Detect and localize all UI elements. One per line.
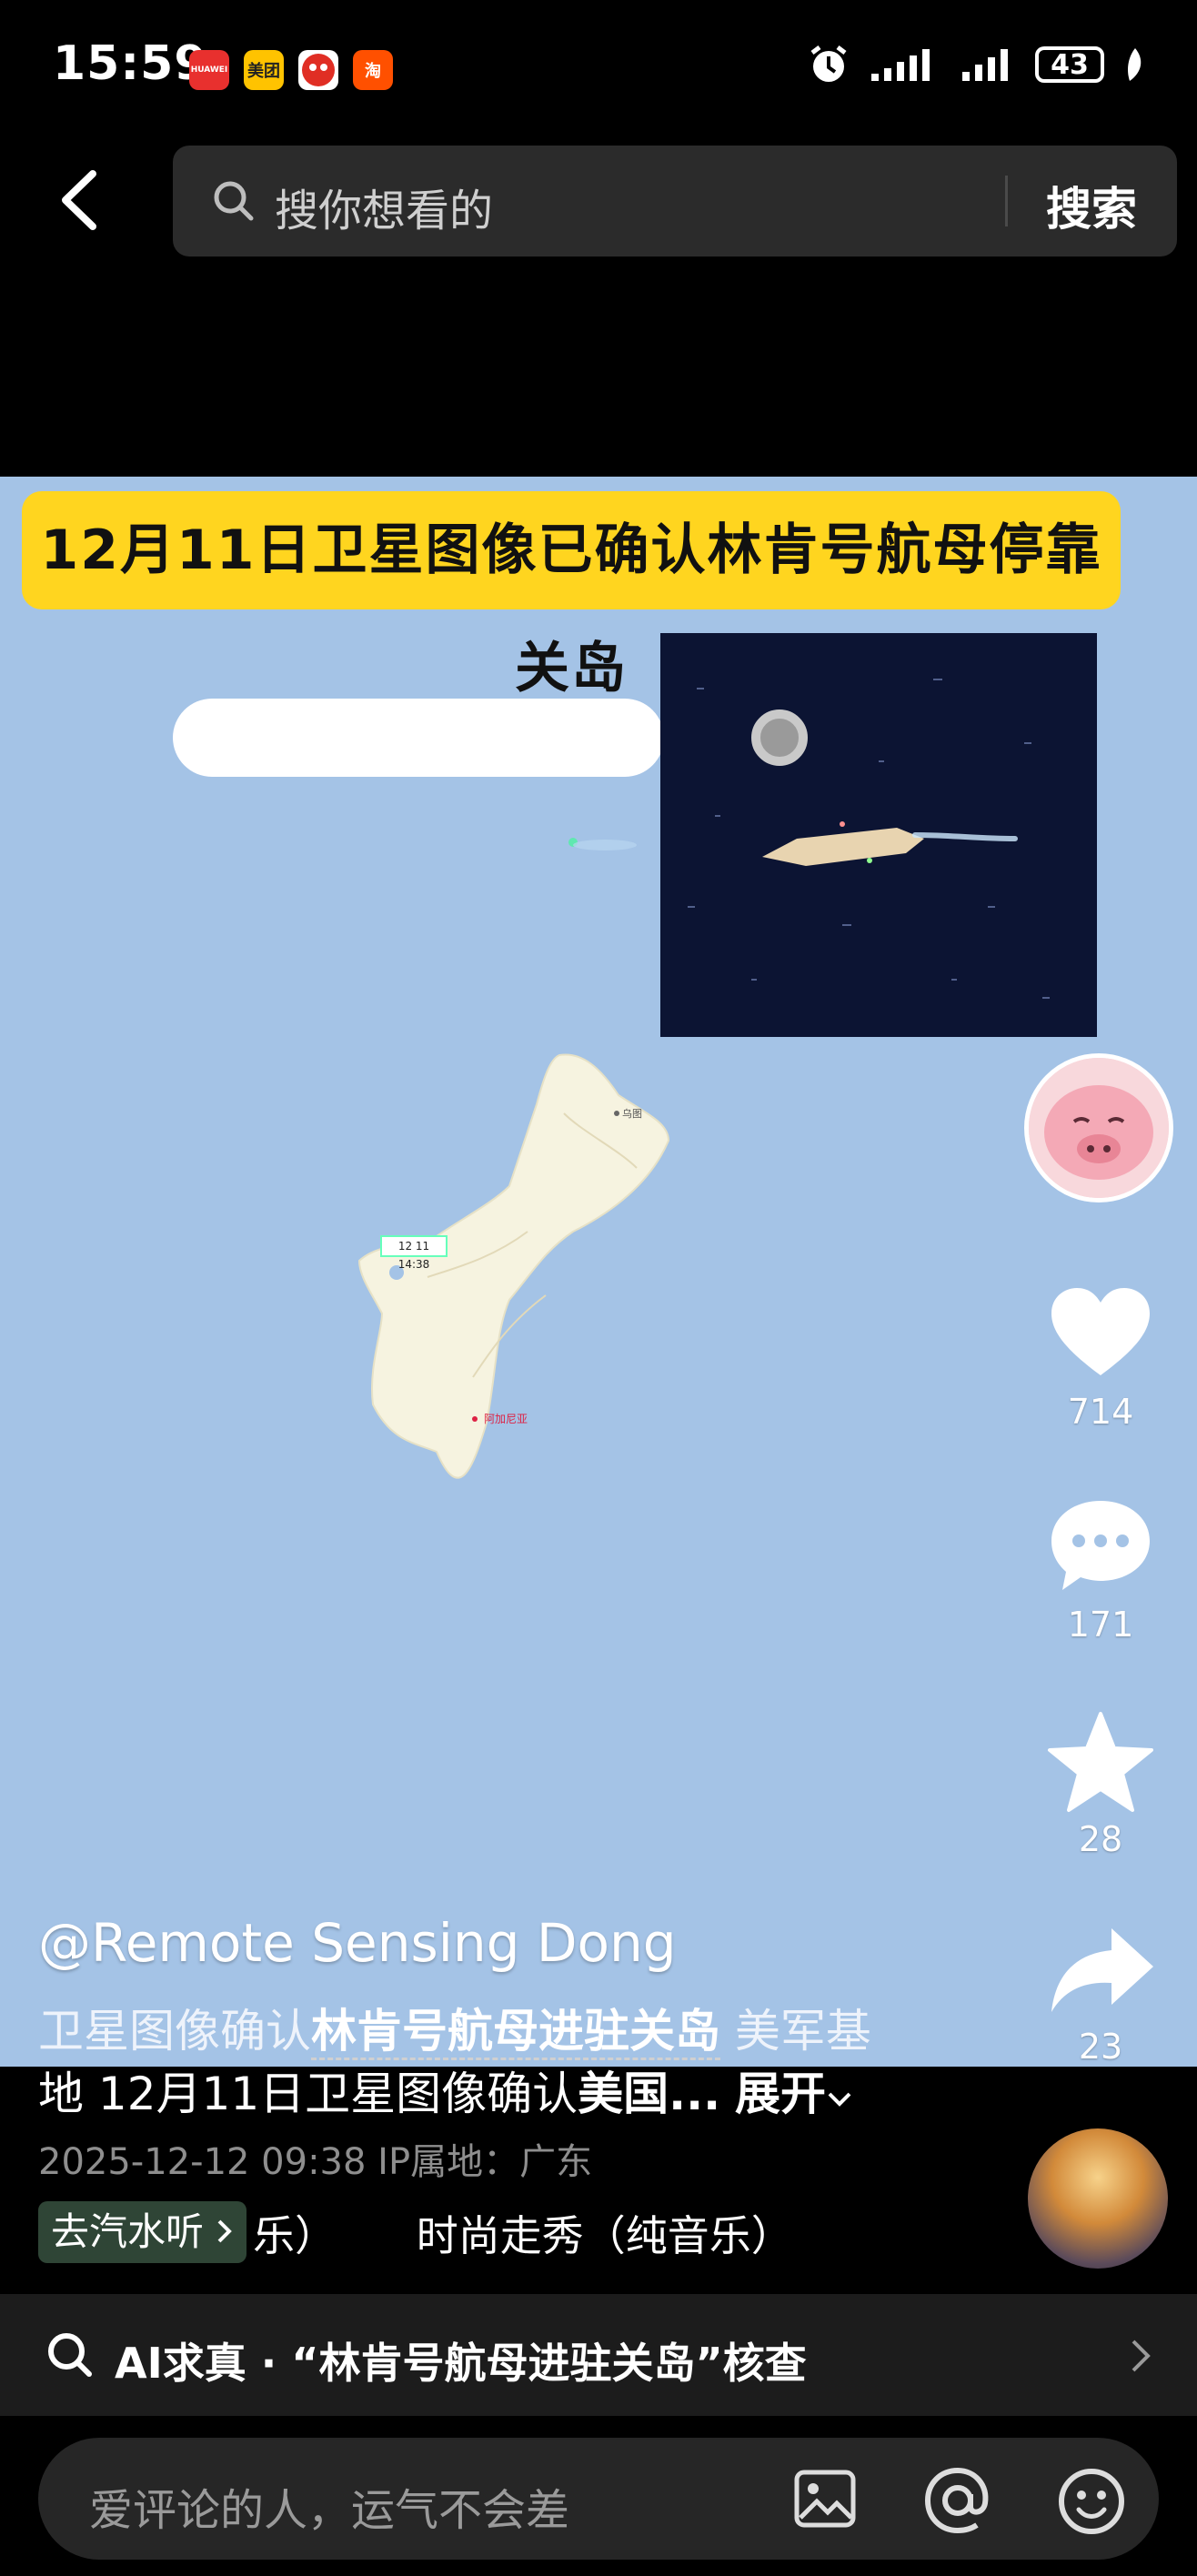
music-disc[interactable]	[1028, 2128, 1168, 2269]
alarm-icon	[810, 45, 847, 82]
search-button[interactable]: 搜索	[1046, 173, 1137, 238]
like-button[interactable]	[1048, 1284, 1153, 1379]
favorite-count: 28	[1078, 1819, 1123, 1859]
taobao-app-icon: 淘	[353, 50, 393, 90]
video-description: 卫星图像确认林肯号航母进驻关岛 美军基	[38, 1995, 871, 2060]
expand-button[interactable]: 展开	[735, 2068, 853, 2120]
location-pin-icon	[751, 709, 808, 766]
status-indicators: 43	[808, 44, 1144, 86]
video-description-line2: 地 12月11日卫星图像确认美国... 展开	[38, 2058, 853, 2123]
share-button[interactable]	[1048, 1925, 1155, 2016]
ai-fact-check-label: AI求真 · “林肯号航母进驻关岛”核查	[115, 2339, 807, 2388]
chevron-down-icon	[828, 2092, 851, 2107]
image-icon[interactable]	[793, 2467, 857, 2531]
chevron-right-icon	[1132, 2340, 1151, 2372]
comment-placeholder: 爱评论的人，运气不会差	[89, 2485, 570, 2536]
huawei-app-icon: HUAWEI	[189, 50, 229, 90]
signal-icon	[871, 49, 930, 81]
post-meta: 2025-12-12 09:38 IP属地：广东	[38, 2141, 593, 2183]
svg-text:乌图: 乌图	[622, 1107, 642, 1120]
battery-indicator: 43	[1035, 46, 1104, 83]
music-title[interactable]: 乐） 时尚走秀（纯音乐）	[253, 2203, 793, 2263]
search-icon	[214, 181, 254, 221]
label-pill	[173, 699, 664, 777]
favorite-star-button[interactable]	[1046, 1710, 1155, 1814]
leaf-icon	[1128, 48, 1142, 81]
chevron-right-icon	[217, 2219, 233, 2243]
search-placeholder: 搜你想看的	[275, 186, 494, 236]
topic-link[interactable]: 林肯号航母进驻关岛	[311, 2005, 720, 2060]
comment-button[interactable]	[1050, 1497, 1152, 1594]
signal-icon	[962, 49, 1008, 81]
author-avatar[interactable]	[1024, 1053, 1173, 1202]
satellite-image-inset	[660, 633, 1097, 1037]
status-time: 15:59	[53, 36, 208, 91]
share-count: 23	[1078, 2027, 1123, 2067]
meituan-app-icon: 美团	[244, 50, 284, 90]
pinduoduo-app-icon	[298, 50, 338, 90]
emoji-icon[interactable]	[1057, 2467, 1126, 2536]
open-in-qishui-button[interactable]: 去汽水听	[38, 2201, 247, 2263]
divider	[1005, 176, 1008, 226]
timestamp-tag: 12 11 14:38	[380, 1235, 448, 1271]
like-count: 714	[1067, 1392, 1134, 1432]
search-icon	[48, 2333, 92, 2377]
video-title-banner: 12月11日卫星图像已确认林肯号航母停靠关岛	[22, 491, 1121, 700]
back-button[interactable]	[55, 168, 109, 232]
mention-icon[interactable]	[924, 2467, 991, 2534]
author-name[interactable]: @Remote Sensing Dong	[38, 1912, 677, 1974]
svg-text:阿加尼亚: 阿加尼亚	[484, 1413, 528, 1425]
comment-count: 171	[1067, 1605, 1134, 1645]
